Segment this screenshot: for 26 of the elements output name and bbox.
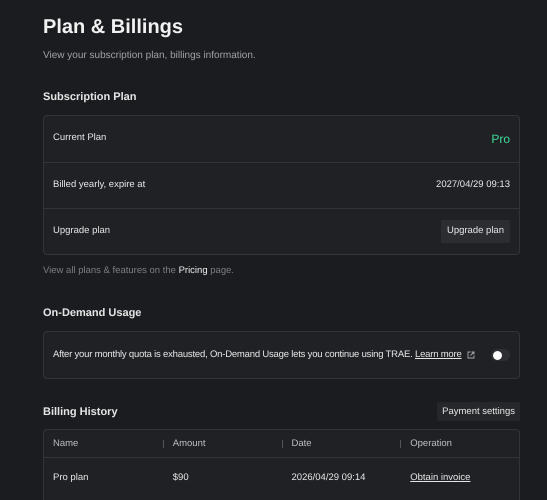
row-label: Current Plan: [53, 131, 106, 146]
column-header: Name: [53, 436, 78, 451]
section-heading: Subscription Plan: [43, 90, 137, 105]
payment-settings-button[interactable]: Payment settings: [437, 402, 520, 422]
table-cell: 2026/04/29 09:14: [292, 472, 366, 483]
table-cell: $90: [172, 472, 189, 483]
row-label: Billed yearly, expire at: [53, 178, 146, 192]
row-value: 2027/04/29 09:13: [436, 178, 510, 192]
toggle-switch[interactable]: [491, 349, 510, 362]
page-title: Plan & Billings: [43, 15, 184, 40]
pricing-link[interactable]: Pricing: [178, 264, 208, 276]
row-label: Upgrade plan: [53, 224, 110, 238]
page-subtitle: View your subscription plan, billings information.: [43, 49, 256, 63]
section-heading: On-Demand Usage: [43, 306, 142, 321]
upgrade-button[interactable]: Upgrade plan: [440, 220, 510, 242]
plan-value: Pro: [491, 130, 510, 148]
on-demand-text: After your monthly quota is exhausted, On-Demand Usage lets you continue using TRAE. Learn more: [53, 348, 462, 362]
column-header: Amount: [172, 436, 206, 451]
invoice-link[interactable]: Obtain invoice: [410, 472, 470, 483]
table-cell: Pro plan: [53, 472, 88, 483]
column-header: Date: [292, 436, 312, 451]
section-heading: Billing History: [43, 404, 118, 420]
pricing-note: View all plans & features on the Pricing page.: [43, 264, 234, 278]
external-link-icon: [466, 351, 475, 360]
column-header: Operation: [410, 436, 452, 451]
learn-more-link[interactable]: Learn more: [414, 349, 462, 360]
